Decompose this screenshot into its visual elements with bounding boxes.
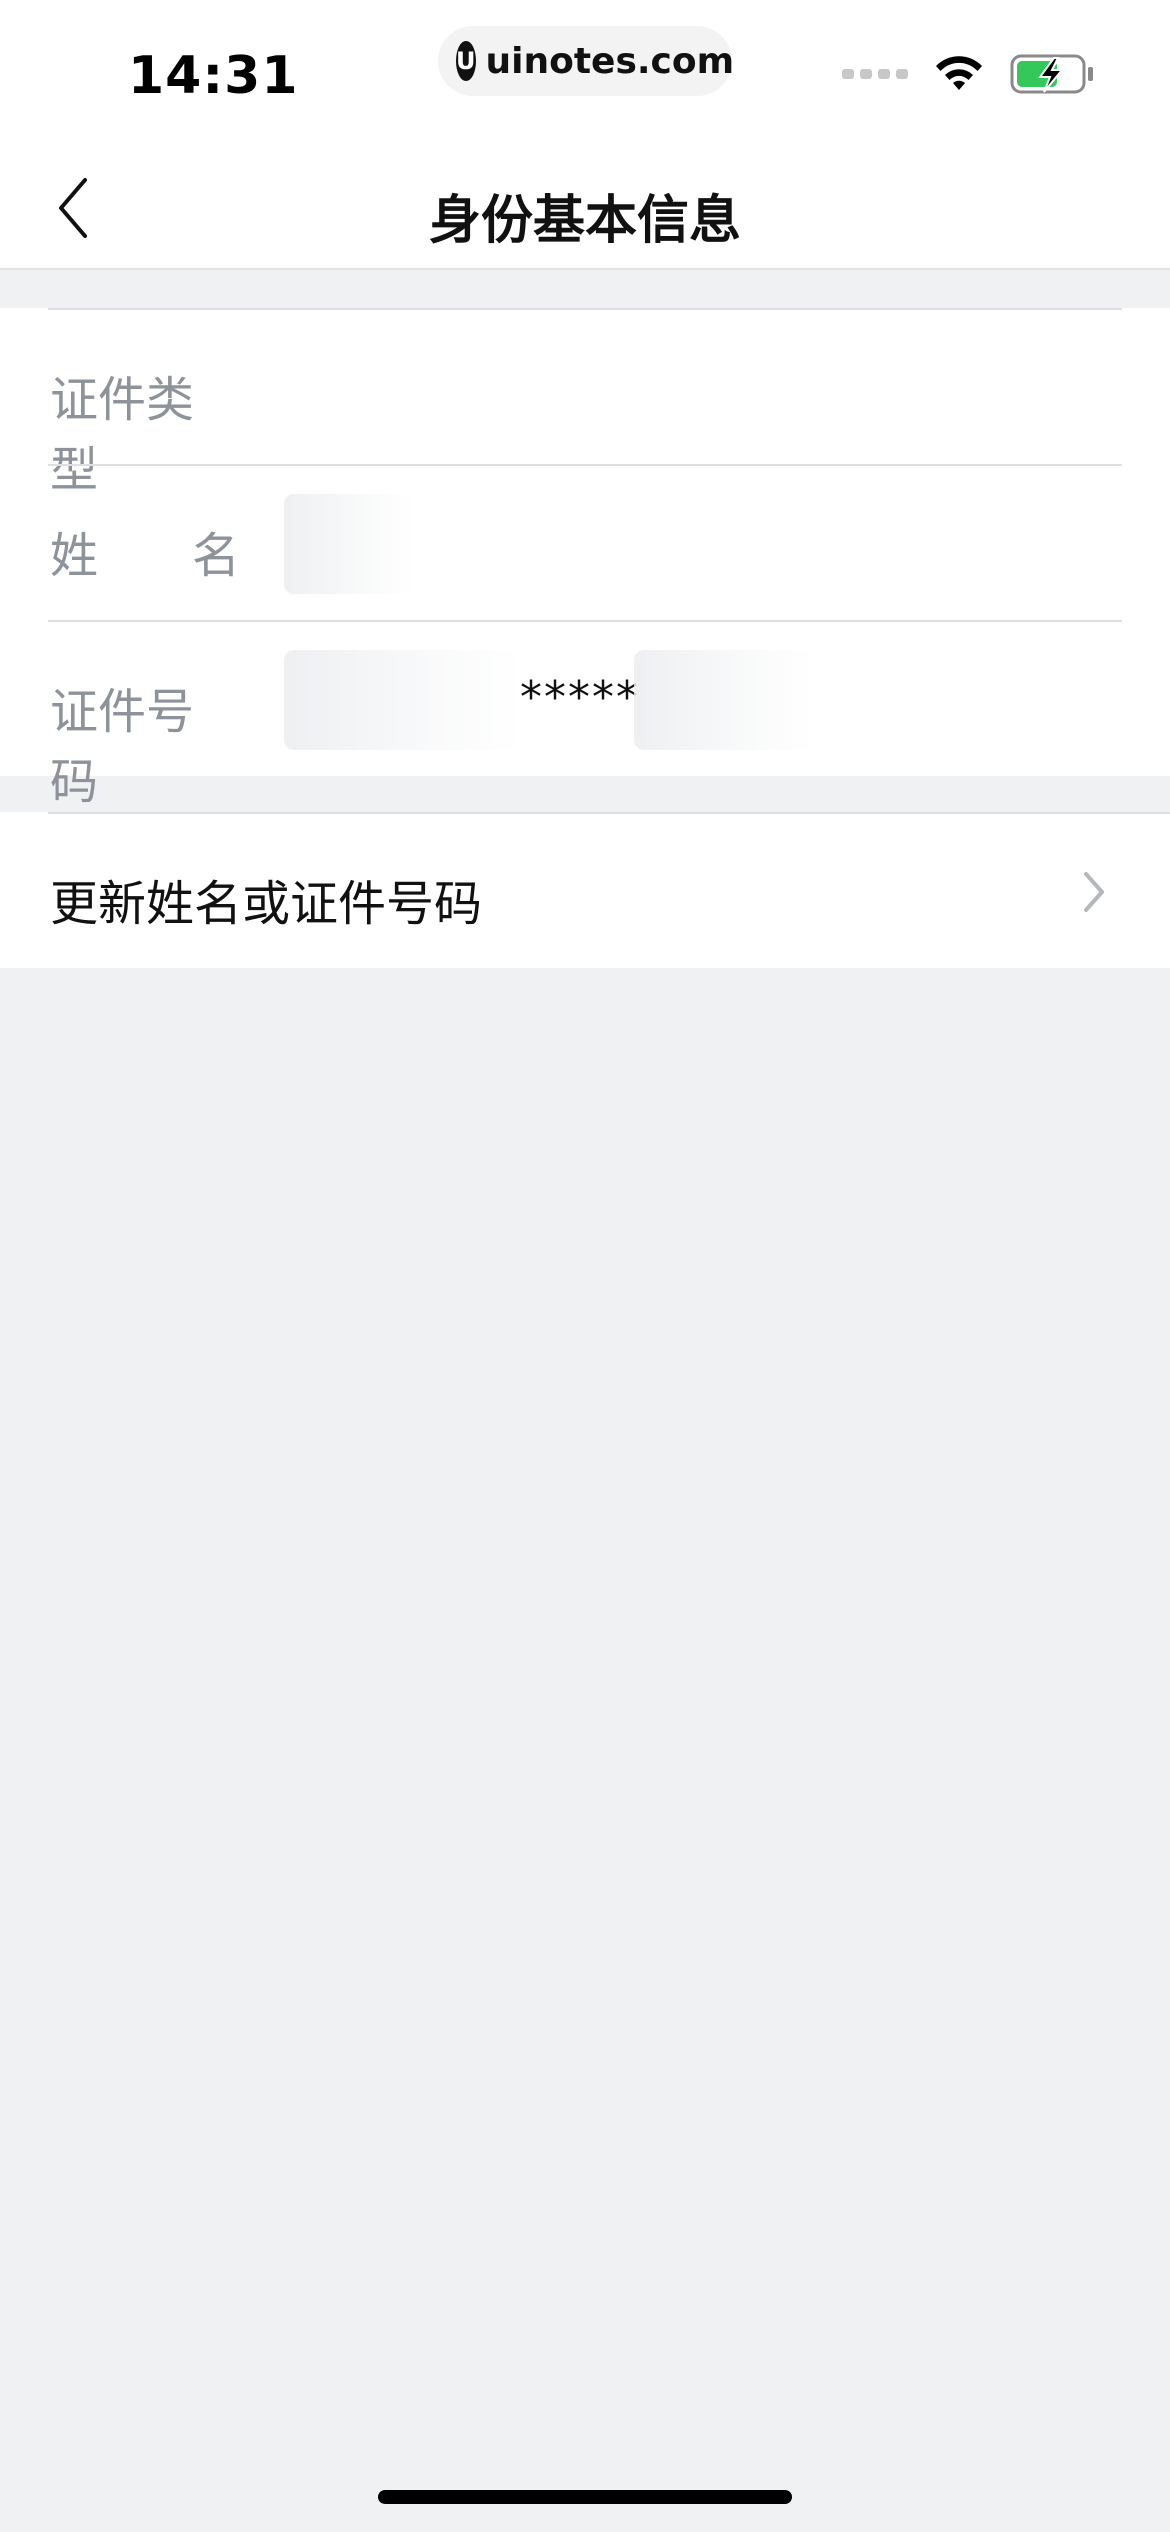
chevron-right-icon [1084, 872, 1104, 912]
update-card: 更新姓名或证件号码 [0, 812, 1170, 968]
url-text: uinotes.com [485, 40, 735, 82]
id-number-label: 证件号码 [50, 684, 195, 810]
name-value-redacted [284, 494, 414, 594]
wifi-icon [936, 56, 982, 90]
home-indicator[interactable] [378, 2490, 792, 2504]
update-name-or-id-row[interactable]: 更新姓名或证件号码 [48, 812, 1170, 968]
row-id-type: 证件类型 [48, 308, 1122, 498]
site-logo-icon: U [456, 41, 476, 81]
status-icons [842, 52, 1094, 96]
id-number-suffix-redacted [634, 650, 814, 750]
url-pill[interactable]: U uinotes.com [438, 26, 735, 96]
cellular-signal-icon [842, 69, 908, 79]
status-time: 14:31 [128, 46, 299, 106]
row-name: 姓 名 [48, 464, 1122, 620]
row-id-number: 证件号码 ***** [48, 620, 1122, 810]
top-bar: 14:31 U uinotes.com 身份基本信息 [0, 0, 1170, 270]
navigation-bar: 身份基本信息 [0, 150, 1170, 270]
update-label: 更新姓名或证件号码 [50, 876, 483, 932]
id-number-mask: ***** [520, 672, 640, 723]
page-title: 身份基本信息 [428, 191, 741, 251]
id-number-prefix-redacted [284, 650, 522, 750]
identity-info-card: 证件类型 姓 名 证件号码 ***** [0, 308, 1170, 810]
battery-charging-icon [1010, 54, 1093, 94]
name-label: 姓 名 [50, 528, 240, 584]
